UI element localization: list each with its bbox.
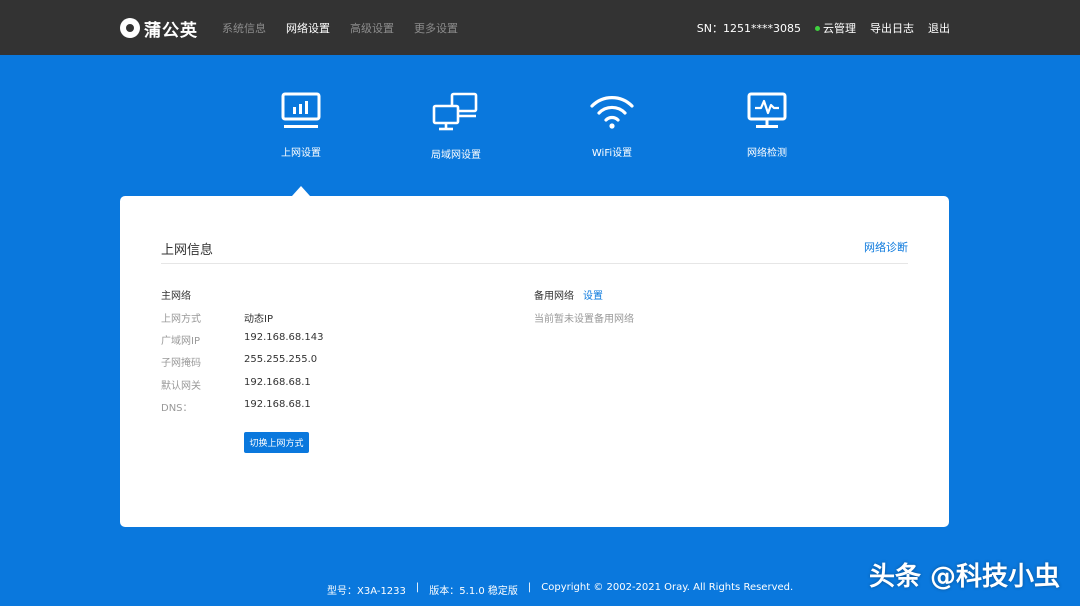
backup-network-set-link[interactable]: 设置	[583, 287, 603, 302]
tab-network-detection-label: 网络检测	[747, 148, 787, 159]
wan-ip-label: 广域网IP	[161, 336, 200, 347]
dns-label: DNS：	[161, 403, 193, 414]
serial-number: SN：1251****3085	[696, 22, 801, 35]
lan-monitors-icon	[432, 92, 478, 131]
nav-system-info[interactable]: 系统信息	[222, 20, 266, 36]
switch-connection-type-button[interactable]: 切换上网方式	[244, 432, 309, 453]
nav-network-settings[interactable]: 网络设置	[286, 20, 330, 36]
brand-name: 蒲公英	[144, 20, 198, 41]
primary-network-title: 主网络	[161, 291, 191, 302]
export-log-link[interactable]: 导出日志	[870, 20, 914, 36]
top-right-actions: SN：1251****3085 云管理 导出日志 退出	[697, 20, 950, 36]
footer-version: 版本：5.1.0 稳定版	[429, 586, 518, 597]
wifi-icon	[590, 96, 634, 129]
online-status-icon	[815, 25, 820, 31]
tab-internet-settings-label: 上网设置	[281, 148, 321, 159]
monitor-chart-icon	[281, 92, 321, 128]
tab-lan-settings[interactable]: 局域网设置	[396, 92, 516, 161]
connection-type-value: 动态IP	[244, 314, 273, 325]
cloud-manage-link[interactable]: 云管理	[815, 20, 856, 36]
watermark: 头条 @科技小虫	[868, 562, 1060, 592]
wan-ip-value: 192.168.68.143	[244, 332, 324, 343]
tab-wifi-settings-label: WiFi设置	[591, 148, 633, 159]
panel-divider	[161, 263, 908, 264]
footer-copyright: Copyright © 2002-2021 Oray. All Rights R…	[541, 582, 794, 593]
dns-value: 192.168.68.1	[244, 399, 311, 410]
active-tab-pointer	[292, 186, 310, 196]
brand-logo[interactable]: 蒲公英	[120, 16, 198, 41]
footer-separator: |	[415, 582, 420, 593]
footer: 型号：X3A-1233 | 版本：5.1.0 稳定版 | Copyright ©…	[327, 582, 793, 597]
top-bar: 蒲公英 系统信息 网络设置 高级设置 更多设置 SN：1251****3085 …	[0, 0, 1080, 55]
backup-network-title: 备用网络	[534, 291, 574, 302]
footer-model: 型号：X3A-1233	[327, 586, 406, 597]
nav-advanced-settings[interactable]: 高级设置	[350, 20, 394, 36]
monitor-pulse-icon	[747, 92, 787, 128]
connection-type-label: 上网方式	[161, 314, 201, 325]
logout-link[interactable]: 退出	[928, 20, 950, 36]
cloud-manage-label: 云管理	[823, 22, 856, 35]
dandelion-logo-icon	[120, 18, 140, 38]
tab-wifi-settings[interactable]: WiFi设置	[552, 92, 672, 159]
tab-internet-settings[interactable]: 上网设置	[241, 92, 361, 159]
tab-lan-settings-label: 局域网设置	[431, 150, 481, 161]
subnet-mask-value: 255.255.255.0	[244, 354, 318, 365]
default-gateway-value: 192.168.68.1	[244, 377, 311, 388]
network-diagnose-link[interactable]: 网络诊断	[864, 239, 908, 255]
tab-network-detection[interactable]: 网络检测	[707, 92, 827, 159]
main-nav: 系统信息 网络设置 高级设置 更多设置	[222, 20, 458, 36]
footer-separator: |	[527, 582, 532, 593]
internet-info-panel: 上网信息 网络诊断 主网络 上网方式 动态IP 广域网IP 192.168.68…	[120, 196, 949, 527]
nav-more-settings[interactable]: 更多设置	[414, 20, 458, 36]
default-gateway-label: 默认网关	[161, 381, 201, 392]
subnet-mask-label: 子网掩码	[161, 358, 201, 369]
panel-title: 上网信息	[161, 243, 214, 258]
backup-network-status: 当前暂未设置备用网络	[534, 314, 634, 325]
